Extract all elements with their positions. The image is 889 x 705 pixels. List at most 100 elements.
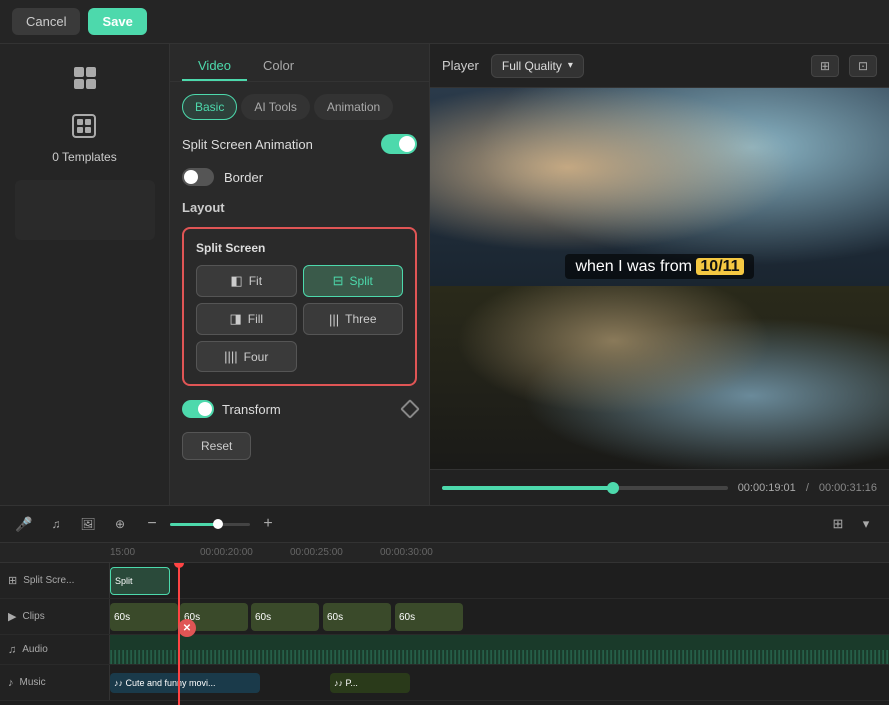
clip-video-4[interactable]: 60s	[323, 603, 391, 631]
zoom-track[interactable]	[170, 523, 250, 526]
four-label: Four	[244, 350, 269, 364]
audio-wave-1	[110, 650, 889, 664]
save-button[interactable]: Save	[88, 8, 146, 35]
track-split-screen: ⊞ Split Scre... Split	[0, 563, 889, 599]
music-track-label: Music	[20, 677, 46, 688]
fill-label: Fill	[248, 312, 263, 326]
cancel-button[interactable]: Cancel	[12, 8, 80, 35]
subtab-animation[interactable]: Animation	[314, 94, 393, 120]
timeline-controls: 🎤 ♫ 🖼 ⊕ − + ⊞ ▾	[0, 506, 889, 543]
transform-left: Transform	[182, 400, 281, 418]
split-btn-grid: ◧ Fit ⊟ Split ◨ Fill ||| Three	[196, 265, 403, 372]
quality-value: Full Quality	[502, 59, 562, 73]
templates-label: 0 Templates	[52, 150, 116, 164]
grid-view-icon[interactable]: ⊞	[811, 55, 839, 77]
tab-color[interactable]: Color	[247, 52, 310, 81]
border-toggle[interactable]	[182, 168, 214, 186]
progress-fill	[442, 486, 613, 490]
split-screen-animation-row: Split Screen Animation	[182, 134, 417, 154]
ruler-mark-2: 00:00:25:00	[290, 547, 380, 558]
picture-button[interactable]: 🖼	[76, 512, 100, 536]
quality-select[interactable]: Full Quality ▾	[491, 54, 584, 78]
sidebar-item-templates[interactable]: 0 Templates	[40, 102, 128, 172]
transform-label: Transform	[222, 402, 281, 417]
subtitle-bar: when I was from 10/11	[565, 254, 753, 279]
video-bottom-content	[430, 286, 889, 469]
subtitle-highlight: 10/11	[696, 258, 743, 275]
music-track-icon: ♪	[8, 677, 14, 689]
reset-button[interactable]: Reset	[182, 432, 251, 460]
microphone-button[interactable]: 🎤	[12, 512, 36, 536]
templates-icon	[68, 110, 100, 142]
clip-video-1[interactable]: 60s	[110, 603, 178, 631]
progress-track[interactable]	[442, 486, 728, 490]
split-btn-split[interactable]: ⊟ Split	[303, 265, 404, 297]
zoom-out-button[interactable]: −	[140, 512, 164, 536]
four-icon: ||||	[224, 349, 238, 364]
clip-music-1[interactable]: ♪ ♪ Cute and funny movi...	[110, 673, 260, 693]
clip-video-5[interactable]: 60s	[395, 603, 463, 631]
split-icon: ⊟	[333, 273, 344, 289]
sidebar-item-grid[interactable]	[57, 54, 113, 102]
add-media-button[interactable]: ⊕	[108, 512, 132, 536]
image-view-icon[interactable]: ⊡	[849, 55, 877, 77]
split-btn-fill[interactable]: ◨ Fill	[196, 303, 297, 335]
zoom-slider: − +	[140, 512, 280, 536]
track-label-audio: ♫ Audio	[0, 635, 110, 664]
fill-icon: ◨	[229, 311, 241, 327]
video-bottom-frame	[430, 286, 889, 469]
clip-split-screen[interactable]: Split	[110, 567, 170, 595]
timeline-tracks: ✕ ⊞ Split Scre... Split ▶ Clips 60s 60s …	[0, 563, 889, 705]
audio-track-icon: ♫	[8, 644, 16, 656]
main-area: 0 Templates Video Color Basic AI Tools A…	[0, 44, 889, 505]
track-label-music: ♪ Music	[0, 665, 110, 700]
subtab-basic[interactable]: Basic	[182, 94, 237, 120]
timeline-right-icons: ⊞ ▾	[827, 513, 877, 535]
subtitle-container: when I was from 10/11	[565, 258, 753, 276]
track-content-video[interactable]: 60s 60s 60s 60s 60s	[110, 599, 889, 634]
grid-layout-icon[interactable]: ⊞	[827, 513, 849, 535]
chevron-down-icon[interactable]: ▾	[855, 513, 877, 535]
player-header: Player Full Quality ▾ ⊞ ⊡	[430, 44, 889, 88]
track-content-split[interactable]: Split	[110, 563, 889, 598]
split-btn-fit[interactable]: ◧ Fit	[196, 265, 297, 297]
toggle-knob	[399, 136, 415, 152]
subtab-ai-tools[interactable]: AI Tools	[241, 94, 309, 120]
music-clip-2-label: ♪ P...	[339, 678, 358, 688]
progress-knob[interactable]	[607, 482, 619, 494]
track-label-video: ▶ Clips	[0, 599, 110, 634]
track-music: ♪ Music ♪ ♪ Cute and funny movi... ♪ ♪ P…	[0, 665, 889, 701]
sub-tabs: Basic AI Tools Animation	[182, 94, 417, 120]
x-marker: ✕	[178, 619, 196, 637]
video-top-content: when I was from 10/11	[430, 88, 889, 286]
ruler-mark-1: 00:00:20:00	[200, 547, 290, 558]
border-row: Border	[182, 168, 417, 186]
track-video: ▶ Clips 60s 60s 60s 60s 60s	[0, 599, 889, 635]
zoom-knob[interactable]	[213, 519, 223, 529]
ruler-mark-0: 15:00	[110, 547, 200, 558]
transform-toggle[interactable]	[182, 400, 214, 418]
split-screen-title: Split Screen	[196, 241, 403, 255]
zoom-in-button[interactable]: +	[256, 512, 280, 536]
music-button[interactable]: ♫	[44, 512, 68, 536]
split-screen-section: Split Screen ◧ Fit ⊟ Split ◨ Fill	[182, 227, 417, 386]
track-content-music[interactable]: ♪ ♪ Cute and funny movi... ♪ ♪ P...	[110, 665, 889, 700]
split-btn-four[interactable]: |||| Four	[196, 341, 297, 372]
split-btn-three[interactable]: ||| Three	[303, 303, 404, 335]
split-screen-animation-toggle[interactable]	[381, 134, 417, 154]
template-thumbnail	[15, 180, 155, 240]
grid-icon	[69, 62, 101, 94]
track-content-audio[interactable]	[110, 635, 889, 664]
clip-video-3[interactable]: 60s	[251, 603, 319, 631]
keyframe-diamond-icon[interactable]	[400, 399, 420, 419]
panel-content: Basic AI Tools Animation Split Screen An…	[170, 82, 429, 505]
zoom-fill	[170, 523, 218, 526]
three-icon: |||	[329, 312, 339, 327]
player-label: Player	[442, 58, 479, 73]
ruler-mark-3: 00:00:30:00	[380, 547, 470, 558]
clip-music-2[interactable]: ♪ ♪ P...	[330, 673, 410, 693]
settings-panel: Video Color Basic AI Tools Animation Spl…	[170, 44, 430, 505]
top-bar: Cancel Save	[0, 0, 889, 44]
transform-toggle-knob	[198, 402, 212, 416]
tab-video[interactable]: Video	[182, 52, 247, 81]
